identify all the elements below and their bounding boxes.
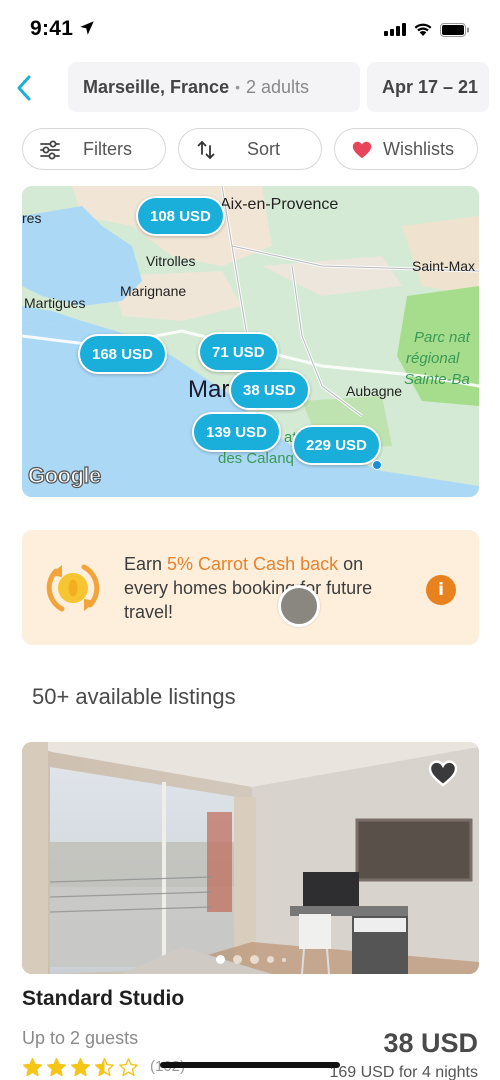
listing-price: 38 USD — [383, 1028, 478, 1058]
back-button[interactable] — [8, 70, 40, 106]
map-label-calanques-2: des Calanq — [218, 450, 294, 467]
map-label-martigues: Martigues — [24, 295, 86, 311]
map-label-park-1: Parc nat — [414, 329, 470, 346]
star-half-icon — [95, 1058, 114, 1077]
map-price-pin[interactable]: 229 USD — [292, 425, 381, 465]
listings-count: 50+ available listings — [32, 684, 236, 709]
map-location-dot — [372, 460, 382, 470]
star-full-icon — [71, 1058, 90, 1077]
promo-text-prefix: Earn — [124, 554, 168, 574]
status-icons — [384, 22, 470, 37]
carousel-dot[interactable] — [232, 955, 242, 964]
wishlists-label: Wishlists — [383, 139, 454, 159]
map-price-pin[interactable]: 168 USD — [78, 334, 167, 374]
carousel-dot[interactable] — [266, 956, 274, 963]
sort-label: Sort — [247, 139, 281, 159]
listing-title[interactable]: Standard Studio — [22, 987, 184, 1011]
listing-photo-carousel[interactable] — [22, 742, 479, 974]
destination-text: Marseille, France — [83, 76, 230, 97]
map-label-park-2: régional — [406, 350, 460, 367]
map-label-marignane: Marignane — [120, 283, 187, 299]
coin-cashback-icon — [46, 564, 100, 612]
destination-search-field[interactable]: Marseille, France • 2 adults — [68, 62, 360, 112]
map-view[interactable]: Aix-en-Provence res Vitrolles Marignane … — [22, 186, 479, 497]
wifi-icon — [414, 23, 432, 36]
separator-dot: • — [235, 79, 240, 95]
info-icon[interactable]: i — [426, 575, 456, 605]
heart-icon — [352, 141, 372, 159]
touch-indicator — [278, 585, 320, 627]
status-bar: 9:41 — [0, 0, 500, 60]
carousel-dot[interactable] — [249, 955, 259, 964]
map-price-pin[interactable]: 38 USD — [229, 370, 310, 410]
map-label-marseille: Mar — [188, 376, 230, 403]
map-label-aix: Aix-en-Provence — [220, 196, 339, 213]
sliders-icon — [40, 140, 60, 160]
location-arrow-icon — [80, 21, 94, 35]
star-full-icon — [47, 1058, 66, 1077]
listing-total-price: 169 USD for 4 nights — [329, 1064, 478, 1080]
chevron-left-icon — [17, 75, 31, 101]
star-empty-icon — [119, 1058, 138, 1077]
sort-button[interactable]: Sort — [178, 128, 322, 170]
date-range-text: Apr 17 – 21 — [382, 76, 479, 97]
map-label-vitrolles: Vitrolles — [146, 253, 196, 269]
status-time: 9:41 — [30, 17, 74, 40]
carousel-dot[interactable] — [215, 955, 225, 964]
map-price-pin[interactable]: 139 USD — [192, 412, 281, 452]
sort-arrows-icon — [197, 141, 215, 159]
filters-button[interactable]: Filters — [22, 128, 166, 170]
listing-photo — [22, 742, 479, 974]
map-price-pin[interactable]: 71 USD — [198, 332, 279, 372]
map-label-saint-maximin: Saint-Max — [412, 258, 476, 274]
wishlists-button[interactable]: Wishlists — [334, 128, 478, 170]
listing-guests: Up to 2 guests — [22, 1028, 139, 1048]
cellular-signal-icon — [384, 23, 406, 36]
carousel-dots — [22, 955, 479, 964]
map-label-park-3: Sainte-Ba — [404, 371, 470, 388]
heart-outline-icon[interactable] — [427, 758, 459, 788]
star-rating — [22, 1057, 139, 1078]
google-logo: Google — [27, 462, 101, 488]
guests-text: 2 adults — [245, 76, 310, 97]
filters-label: Filters — [83, 139, 132, 159]
map-label-aubagne: Aubagne — [346, 383, 403, 399]
home-indicator[interactable] — [160, 1062, 340, 1068]
battery-icon — [440, 22, 469, 37]
map-price-pin[interactable]: 108 USD — [136, 196, 225, 236]
carousel-dot[interactable] — [281, 957, 286, 962]
carrot-cash-promo-banner[interactable]: Earn 5% Carrot Cash back on every homes … — [22, 530, 479, 645]
star-full-icon — [23, 1058, 42, 1077]
date-range-field[interactable]: Apr 17 – 21 — [367, 62, 489, 112]
promo-highlight: 5% Carrot Cash back — [167, 554, 339, 574]
map-label-istres: res — [22, 210, 42, 226]
promo-text: Earn 5% Carrot Cash back on every homes … — [124, 552, 404, 624]
